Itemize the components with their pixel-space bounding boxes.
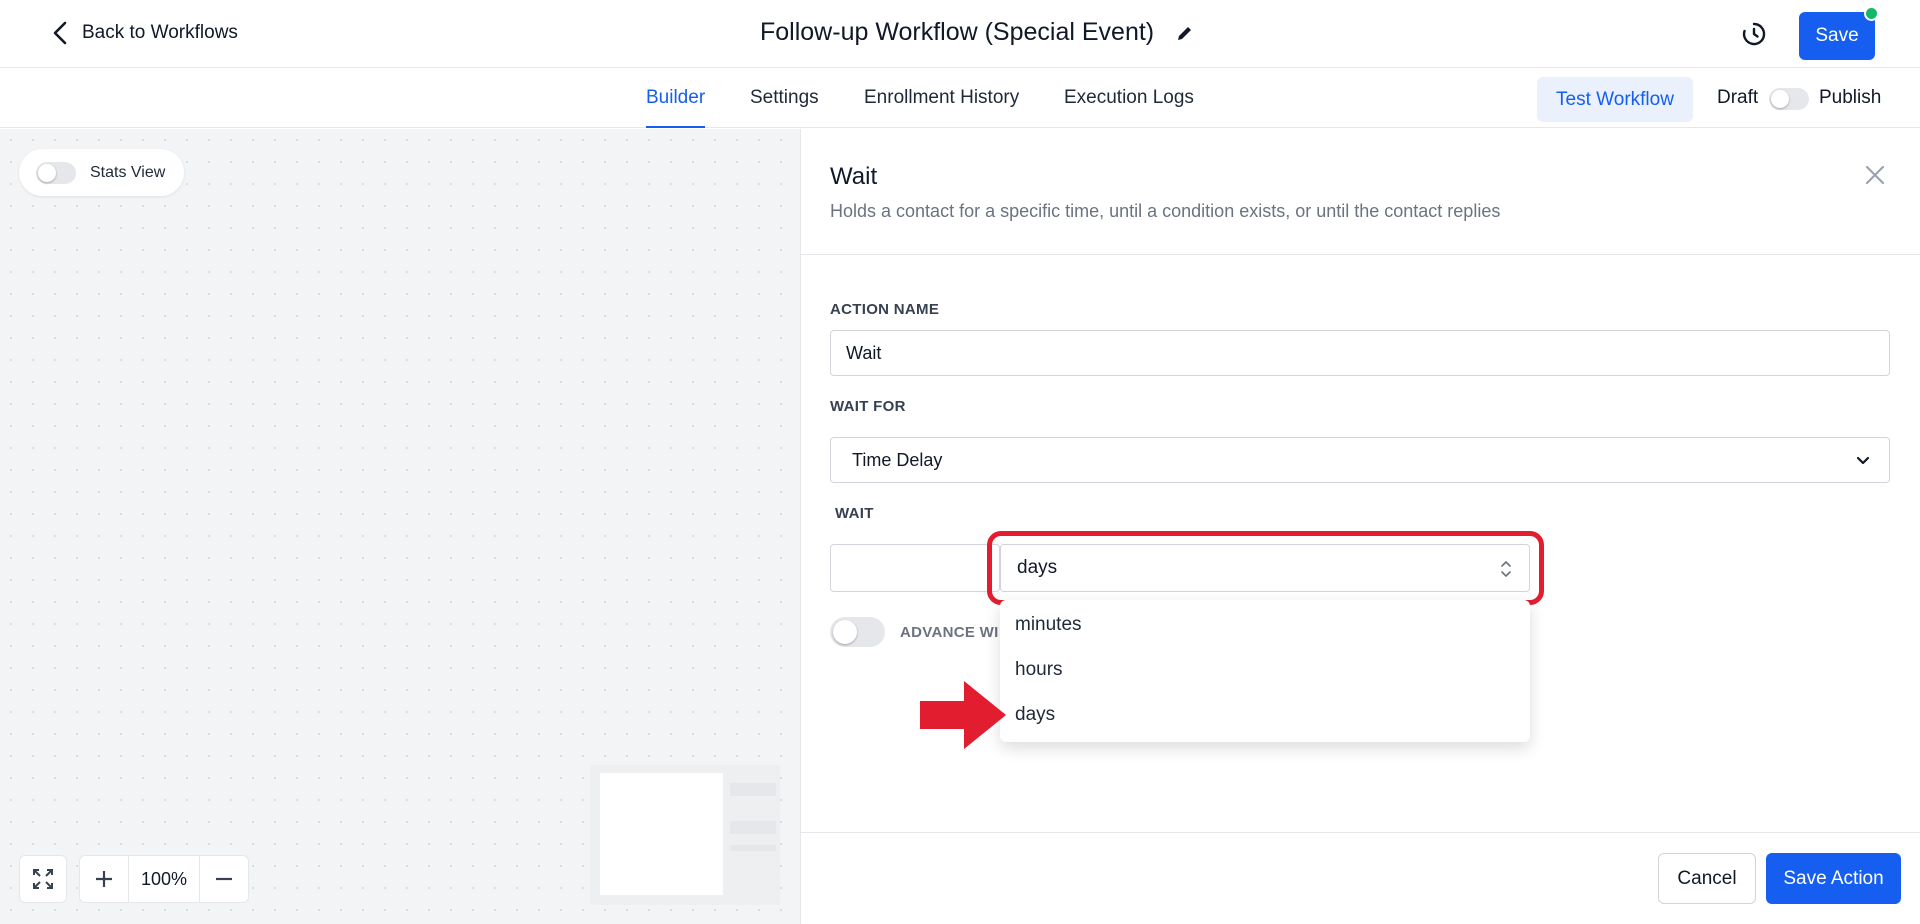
draft-label: Draft	[1717, 87, 1759, 108]
unit-option-hours[interactable]: hours	[1015, 659, 1063, 681]
back-to-workflows-link[interactable]: Back to Workflows	[50, 20, 238, 46]
publish-label: Publish	[1819, 87, 1882, 108]
minimap-node	[730, 821, 776, 834]
workflow-title-group: Follow-up Workflow (Special Event)	[760, 18, 1194, 47]
zoom-out-button[interactable]	[200, 856, 248, 902]
wait-for-value: Time Delay	[852, 449, 943, 470]
action-settings-panel	[800, 129, 1920, 924]
cancel-button[interactable]: Cancel	[1658, 853, 1756, 904]
unit-dropdown-menu: minutes hours days	[1000, 600, 1530, 742]
save-button[interactable]: Save	[1799, 12, 1875, 60]
expand-icon	[33, 869, 53, 889]
pencil-edit-icon[interactable]	[1176, 24, 1194, 42]
minus-icon	[216, 877, 232, 881]
wait-for-label: WAIT FOR	[830, 398, 906, 415]
wait-label: WAIT	[835, 505, 874, 522]
zoom-level: 100%	[128, 856, 200, 902]
wait-unit-value: days	[1017, 557, 1058, 578]
unit-option-days[interactable]: days	[1015, 704, 1055, 726]
advance-toggle[interactable]	[830, 617, 885, 647]
wait-amount-input[interactable]	[830, 544, 1000, 592]
stats-view-control: Stats View	[19, 149, 184, 196]
zoom-controls: 100%	[79, 855, 249, 903]
top-bar: Back to Workflows Follow-up Workflow (Sp…	[0, 0, 1920, 68]
chevron-up-down-icon	[1501, 561, 1511, 577]
chevron-down-icon	[1856, 456, 1870, 465]
publish-toggle[interactable]	[1769, 88, 1809, 110]
wait-for-select[interactable]: Time Delay	[830, 437, 1890, 483]
stats-view-label: Stats View	[90, 163, 166, 181]
back-label: Back to Workflows	[82, 22, 238, 43]
divider	[800, 254, 1920, 255]
tab-enrollment-history[interactable]: Enrollment History	[864, 68, 1019, 128]
plus-icon	[96, 871, 112, 887]
zoom-in-button[interactable]	[80, 856, 128, 902]
chevron-left-icon	[53, 21, 67, 45]
panel-title: Wait	[830, 163, 878, 190]
fit-view-button[interactable]	[19, 855, 67, 903]
minimap[interactable]	[590, 765, 780, 905]
stats-view-toggle[interactable]	[36, 161, 76, 184]
save-action-button[interactable]: Save Action	[1766, 853, 1901, 904]
action-name-input[interactable]: Wait	[830, 330, 1890, 376]
footer-divider	[800, 832, 1920, 833]
tab-builder[interactable]: Builder	[646, 68, 706, 128]
tab-execution-logs[interactable]: Execution Logs	[1064, 68, 1194, 128]
test-workflow-button[interactable]: Test Workflow	[1537, 77, 1693, 122]
minimap-node	[730, 845, 776, 851]
annotation-arrow-icon	[920, 681, 1006, 749]
advance-label: ADVANCE WI	[900, 624, 999, 641]
tab-settings[interactable]: Settings	[750, 68, 819, 128]
action-name-label: ACTION NAME	[830, 301, 940, 318]
workflow-title: Follow-up Workflow (Special Event)	[760, 18, 1155, 46]
minimap-node	[730, 783, 776, 796]
panel-subtitle: Holds a contact for a specific time, unt…	[830, 201, 1501, 221]
wait-unit-select[interactable]: days	[1000, 544, 1530, 592]
unit-option-minutes[interactable]: minutes	[1015, 614, 1082, 636]
close-icon[interactable]	[1864, 164, 1886, 186]
history-icon[interactable]	[1740, 20, 1768, 48]
unsaved-status-dot	[1864, 6, 1879, 21]
minimap-viewport	[600, 773, 723, 895]
